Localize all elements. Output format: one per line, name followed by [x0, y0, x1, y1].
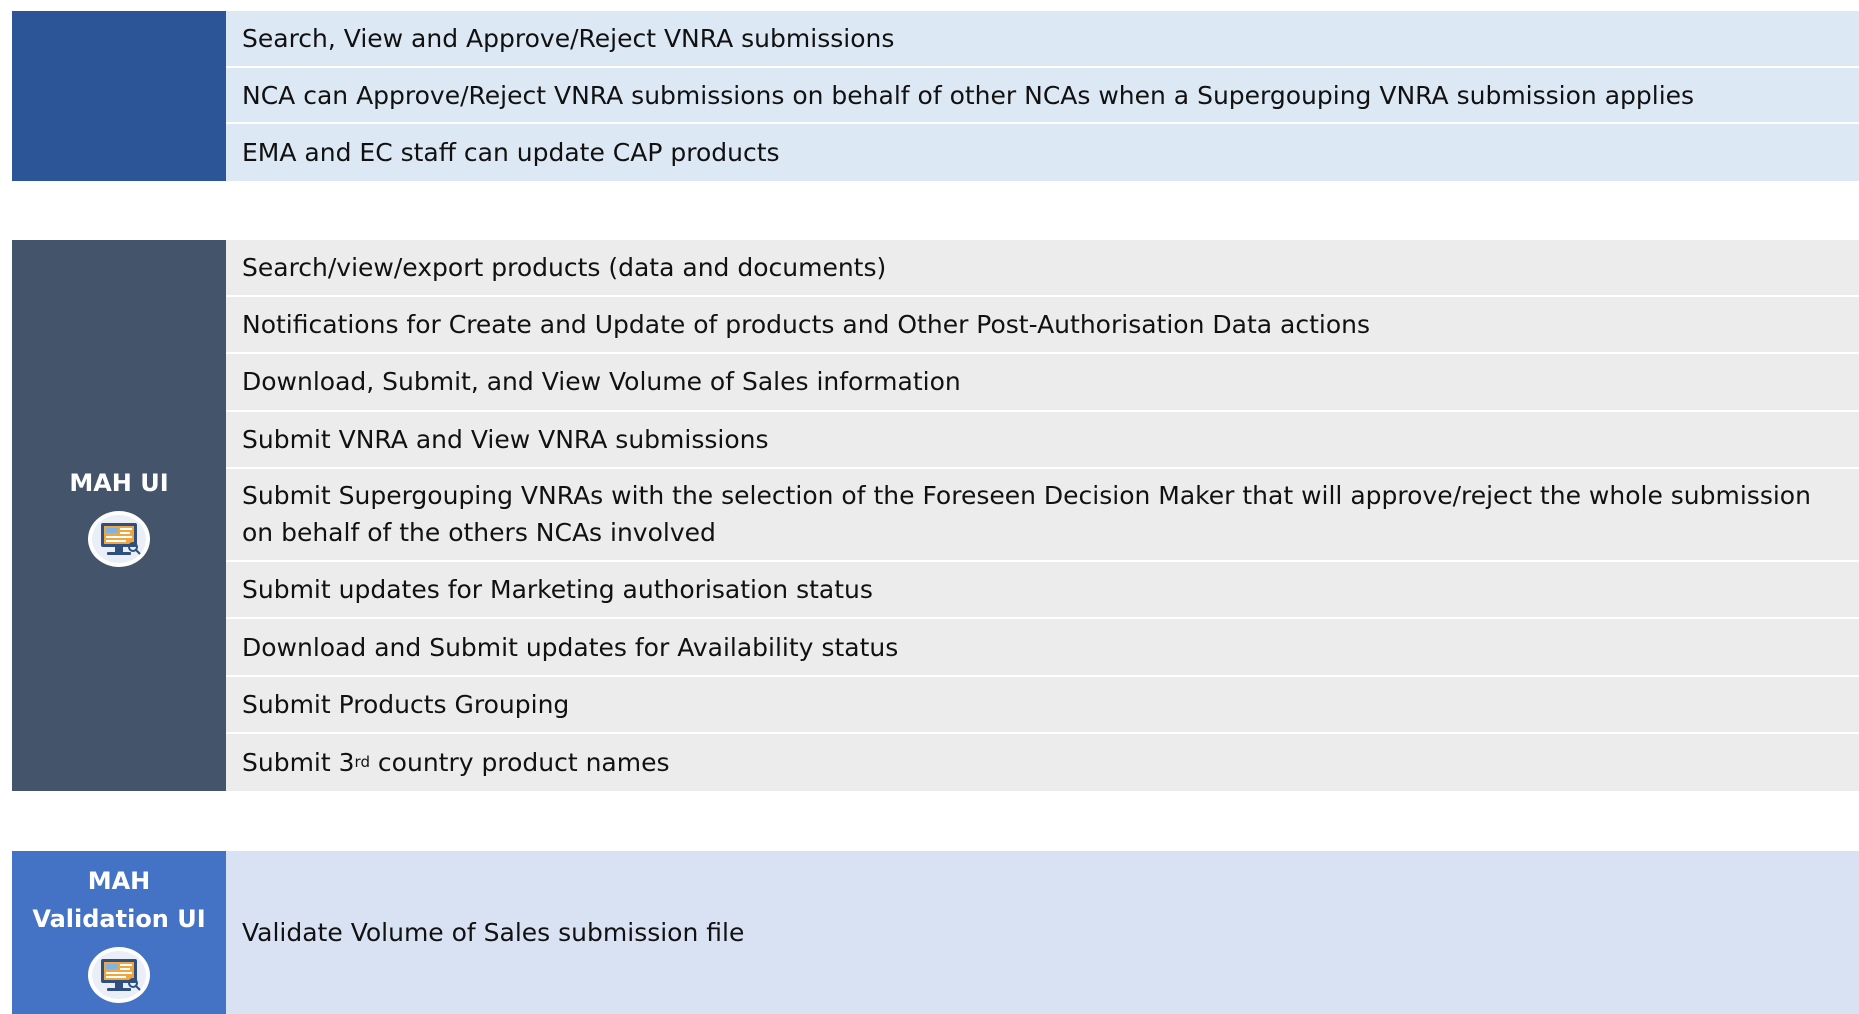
- feature-list: Search, View and Approve/Reject VNRA sub…: [226, 11, 1859, 181]
- section-mah-ui: MAH UI Search/view/export products (data…: [12, 240, 1859, 791]
- feature-row: Submit 3rd country product names: [226, 733, 1859, 791]
- feature-row: Submit Products Grouping: [226, 676, 1859, 734]
- feature-row: Submit updates for Marketing authorisati…: [226, 562, 1859, 620]
- feature-row: Validate Volume of Sales submission file: [226, 851, 1859, 1014]
- section-label-line1: MAH: [87, 866, 151, 895]
- feature-list: Search/view/export products (data and do…: [226, 240, 1859, 791]
- feature-row: Submit VNRA and View VNRA submissions: [226, 411, 1859, 469]
- feature-row: Download, Submit, and View Volume of Sal…: [226, 354, 1859, 412]
- feature-list: Validate Volume of Sales submission file: [226, 851, 1859, 1014]
- section-label-line2: Validation UI: [32, 904, 206, 933]
- feature-row: NCA can Approve/Reject VNRA submissions …: [226, 67, 1859, 125]
- section-label-cell: [12, 11, 226, 181]
- feature-row: EMA and EC staff can update CAP products: [226, 124, 1859, 181]
- section-label-cell: MAH Validation UI: [12, 851, 226, 1014]
- feature-row: Notifications for Create and Update of p…: [226, 297, 1859, 355]
- computer-screen-icon: [88, 510, 150, 567]
- section-label: MAH UI: [69, 468, 169, 497]
- feature-row: Download and Submit updates for Availabi…: [226, 619, 1859, 677]
- feature-row: Submit Supergouping VNRAs with the selec…: [226, 468, 1859, 563]
- computer-screen-icon: [88, 946, 150, 1003]
- section-nca-features: Search, View and Approve/Reject VNRA sub…: [12, 11, 1859, 181]
- feature-row: Search/view/export products (data and do…: [226, 240, 1859, 298]
- row-text-prefix: Submit 3: [242, 747, 355, 777]
- section-label-cell: MAH UI: [12, 240, 226, 791]
- feature-row: Search, View and Approve/Reject VNRA sub…: [226, 11, 1859, 68]
- row-text-suffix: country product names: [369, 747, 670, 777]
- section-mah-validation-ui: MAH Validation UI Validate Volume of Sal…: [12, 851, 1859, 1014]
